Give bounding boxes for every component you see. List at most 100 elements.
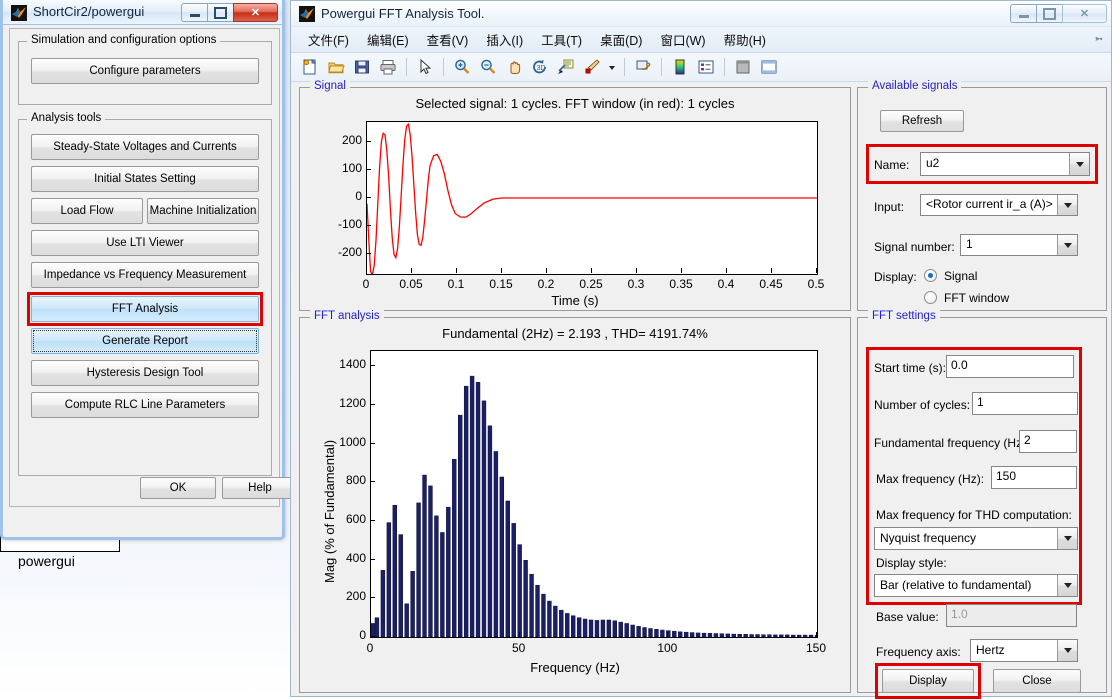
fundamental-frequency-label: Fundamental frequency (Hz): <box>874 436 1030 450</box>
name-combobox[interactable]: u2 <box>920 152 1090 176</box>
zoom-out-icon[interactable] <box>477 56 499 78</box>
signal-plot-axes[interactable] <box>366 121 818 275</box>
chevron-down-icon[interactable] <box>1057 528 1077 549</box>
fft-titlebar[interactable]: Powergui FFT Analysis Tool. ✕ <box>291 1 1111 27</box>
hide-plot-tools-icon[interactable] <box>732 56 754 78</box>
fft-x-tick-mark <box>370 632 371 637</box>
configure-parameters-button[interactable]: Configure parameters <box>31 58 259 84</box>
zoom-in-icon[interactable] <box>451 56 473 78</box>
chevron-down-icon[interactable] <box>1057 640 1077 661</box>
powergui-titlebar[interactable]: ShortCir2/powergui ✕ <box>3 0 282 25</box>
radio-signal[interactable] <box>924 269 937 282</box>
toolbar: 3D <box>291 53 1111 82</box>
frequency-axis-label: Frequency axis: <box>876 645 961 659</box>
brush-icon[interactable] <box>581 56 603 78</box>
signal-x-tick: 0.35 <box>669 277 693 291</box>
start-time-input[interactable]: 0.0 <box>946 355 1074 378</box>
signal-number-combobox[interactable]: 1 <box>960 234 1078 256</box>
menu-view[interactable]: 查看(V) <box>418 27 478 52</box>
data-cursor-icon[interactable] <box>555 56 577 78</box>
fft-y-tick-mark <box>370 404 375 406</box>
frequency-axis-combobox[interactable]: Hertz <box>970 639 1078 662</box>
signal-y-tick: -200 <box>337 245 362 260</box>
start-time-label: Start time (s): <box>874 361 947 375</box>
load-flow-button[interactable]: Load Flow <box>31 198 143 224</box>
max-frequency-thd-combobox[interactable]: Nyquist frequency <box>874 527 1078 550</box>
signal-x-tick-mark <box>591 268 592 273</box>
steady-state-voltages-button[interactable]: Steady-State Voltages and Currents <box>31 134 259 160</box>
toolbar-separator <box>406 58 407 76</box>
name-value: u2 <box>926 156 940 170</box>
menu-tools[interactable]: 工具(T) <box>532 27 591 52</box>
fft-y-tick-mark <box>370 481 375 483</box>
menu-desktop[interactable]: 桌面(D) <box>591 27 651 52</box>
rotate-3d-icon[interactable]: 3D <box>529 56 551 78</box>
radio-fft-window[interactable] <box>924 291 937 304</box>
fundamental-frequency-input[interactable]: 2 <box>1019 430 1077 453</box>
max-frequency-input[interactable]: 150 <box>991 466 1077 489</box>
pointer-icon[interactable] <box>414 56 436 78</box>
display-label: Display: <box>874 270 917 284</box>
hysteresis-design-tool-button[interactable]: Hysteresis Design Tool <box>31 360 259 386</box>
use-lti-viewer-button[interactable]: Use LTI Viewer <box>31 230 259 256</box>
signal-x-tick-mark <box>681 268 682 273</box>
chevron-down-icon[interactable] <box>1057 575 1077 596</box>
compute-rlc-line-parameters-button[interactable]: Compute RLC Line Parameters <box>31 392 259 418</box>
display-style-label: Display style: <box>876 556 947 570</box>
maximize-button[interactable] <box>1036 4 1063 23</box>
print-icon[interactable] <box>377 56 399 78</box>
number-of-cycles-input[interactable]: 1 <box>972 392 1078 415</box>
close-button[interactable]: ✕ <box>1062 4 1107 23</box>
fft-bars <box>371 375 817 637</box>
menu-file[interactable]: 文件(F) <box>299 27 358 52</box>
ok-button[interactable]: OK <box>140 477 216 499</box>
impedance-vs-frequency-button[interactable]: Impedance vs Frequency Measurement <box>31 262 259 288</box>
fft-plot-axes[interactable] <box>370 350 818 638</box>
signal-x-tick-mark <box>456 268 457 273</box>
fft-x-tick: 100 <box>657 641 678 655</box>
menu-window[interactable]: 窗口(W) <box>651 27 714 52</box>
chevron-down-icon[interactable] <box>1069 153 1089 175</box>
group-simulation-options: Simulation and configuration options Con… <box>18 34 272 105</box>
maximize-button[interactable] <box>207 3 234 22</box>
initial-states-setting-button[interactable]: Initial States Setting <box>31 166 259 192</box>
close-settings-button[interactable]: Close <box>993 669 1081 693</box>
input-combobox[interactable]: <Rotor current ir_a (A)> <box>920 194 1078 216</box>
save-icon[interactable] <box>351 56 373 78</box>
menu-help[interactable]: 帮助(H) <box>715 27 775 52</box>
fft-y-tick-mark <box>370 365 375 367</box>
legend-icon[interactable] <box>695 56 717 78</box>
chevron-down-icon[interactable]: ➳ <box>1095 34 1103 45</box>
fft-analysis-window: Powergui FFT Analysis Tool. ✕ 文件(F) 编辑(E… <box>290 0 1112 699</box>
signal-y-tick-mark <box>366 168 371 170</box>
link-plot-icon[interactable] <box>632 56 654 78</box>
minimize-button[interactable] <box>1010 4 1037 23</box>
fft-x-tick-mark <box>816 632 817 637</box>
signal-x-tick-mark <box>411 268 412 273</box>
minimize-button[interactable] <box>181 3 208 22</box>
help-button[interactable]: Help <box>222 477 298 499</box>
colorbar-icon[interactable] <box>669 56 691 78</box>
close-button[interactable]: ✕ <box>233 3 278 22</box>
fft-y-tick-mark <box>370 520 375 522</box>
brush-dropdown-icon[interactable] <box>607 56 617 78</box>
fft-analysis-button[interactable]: FFT Analysis <box>31 296 259 322</box>
display-button[interactable]: Display <box>882 669 974 693</box>
display-style-combobox[interactable]: Bar (relative to fundamental) <box>874 574 1078 597</box>
pan-icon[interactable] <box>503 56 525 78</box>
matlab-icon <box>299 6 315 22</box>
open-folder-icon[interactable] <box>325 56 347 78</box>
chevron-down-icon[interactable] <box>1057 195 1077 215</box>
fft-panel-label: FFT analysis <box>310 310 384 322</box>
new-figure-icon[interactable] <box>299 56 321 78</box>
signal-x-tick-mark <box>771 268 772 273</box>
refresh-button[interactable]: Refresh <box>880 110 964 132</box>
show-plot-tools-icon[interactable] <box>758 56 780 78</box>
machine-initialization-button[interactable]: Machine Initialization <box>147 198 259 224</box>
generate-report-button[interactable]: Generate Report <box>31 328 259 354</box>
menu-edit[interactable]: 编辑(E) <box>358 27 418 52</box>
menu-insert[interactable]: 插入(I) <box>477 27 532 52</box>
input-label: Input: <box>874 200 905 214</box>
chevron-down-icon[interactable] <box>1057 235 1077 255</box>
fft-y-tick: 0 <box>359 628 366 642</box>
